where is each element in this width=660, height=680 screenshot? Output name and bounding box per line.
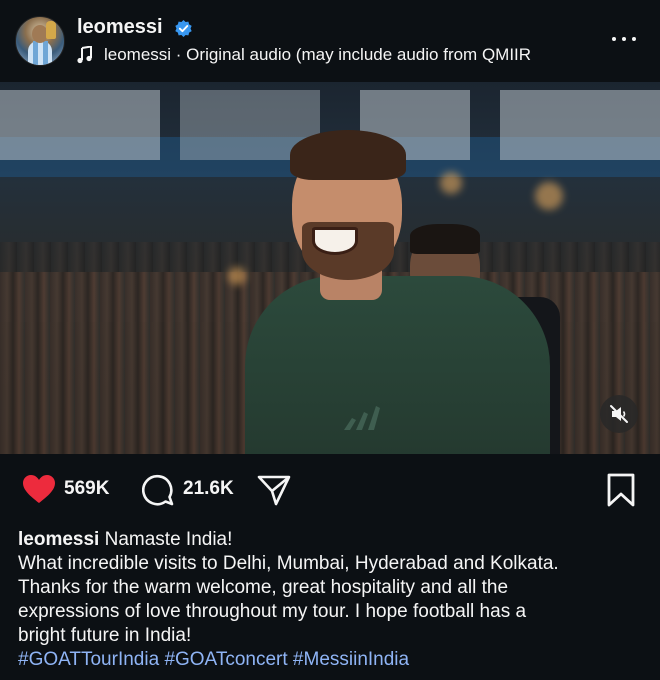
avatar-stripe	[43, 41, 48, 65]
bookmark-icon[interactable]	[606, 473, 636, 507]
caption-line: Thanks for the warm welcome, great hospi…	[18, 577, 509, 598]
music-note-icon	[77, 46, 92, 64]
comment-count[interactable]: 21.6K	[183, 478, 234, 500]
audio-attribution[interactable]: leomessi · Original audio (may include a…	[104, 45, 531, 65]
player-hair	[290, 130, 406, 180]
like-count[interactable]: 569K	[64, 478, 109, 500]
green-shirt	[245, 276, 550, 454]
avatar-trophy	[46, 21, 56, 39]
post-media[interactable]	[0, 82, 660, 454]
mute-toggle-button[interactable]	[600, 395, 638, 433]
profile-avatar[interactable]	[15, 16, 65, 66]
send-arrow-icon[interactable]	[257, 473, 291, 507]
stadium-light	[228, 267, 246, 285]
more-options-icon[interactable]	[612, 31, 638, 47]
caption-hashtags: #GOATTourIndia #GOATconcert #MessiinIndi…	[18, 648, 648, 672]
background-person-hair	[410, 224, 480, 254]
caption-line: What incredible visits to Delhi, Mumbai,…	[18, 553, 559, 574]
caption-first-line: leomessi Namaste India!	[18, 528, 648, 552]
shirt-logo	[344, 406, 380, 430]
caption-greeting: Namaste India!	[99, 529, 233, 550]
post-username[interactable]: leomessi	[77, 16, 163, 39]
comment-bubble-icon[interactable]	[142, 474, 174, 506]
hashtag-link[interactable]: #GOATTourIndia	[18, 649, 159, 670]
stadium-light	[440, 172, 462, 194]
hashtag-link[interactable]: #GOATconcert	[164, 649, 287, 670]
verified-badge-icon	[175, 19, 192, 38]
caption-line: expressions of love throughout my tour. …	[18, 601, 527, 622]
muted-speaker-icon	[610, 405, 628, 423]
post-header: leomessi leomessi · Original audio (may …	[0, 0, 660, 82]
stadium-banner	[0, 90, 160, 160]
avatar-jersey	[28, 41, 52, 65]
player-smile	[312, 227, 358, 255]
heart-filled-icon[interactable]	[22, 474, 56, 504]
avatar-stripe	[33, 41, 38, 65]
caption-username[interactable]: leomessi	[18, 529, 99, 550]
stadium-banner	[500, 90, 660, 160]
post-caption: leomessi Namaste India! What incredible …	[18, 528, 648, 672]
hashtag-link[interactable]: #MessiinIndia	[293, 649, 409, 670]
stadium-light	[535, 182, 563, 210]
caption-line: bright future in India!	[18, 625, 192, 646]
